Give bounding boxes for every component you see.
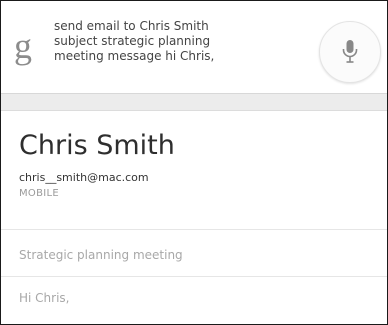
microphone-icon [342,40,358,63]
contact-email[interactable]: chris__smith@mac.com [19,171,149,185]
voice-query-text: send email to Chris Smith subject strate… [54,19,290,64]
divider [1,229,387,230]
voice-email-screen: g send email to Chris Smith subject stra… [0,0,388,325]
email-message-field[interactable]: Hi Chris, [19,291,70,306]
separator-band [1,94,387,111]
voice-search-bar[interactable]: g send email to Chris Smith subject stra… [1,1,387,94]
query-line: subject strategic planning [54,34,211,48]
contact-name[interactable]: Chris Smith [19,130,175,162]
query-line: send email to Chris Smith [54,19,209,33]
divider [1,276,387,277]
query-line: meeting message hi Chris, [54,49,215,63]
google-g-icon: g [14,26,32,66]
email-subject-field[interactable]: Strategic planning meeting [19,248,183,263]
email-card: Chris Smith chris__smith@mac.com MOBILE … [1,111,387,324]
mic-button[interactable] [319,21,381,83]
contact-type-label: MOBILE [19,188,59,199]
